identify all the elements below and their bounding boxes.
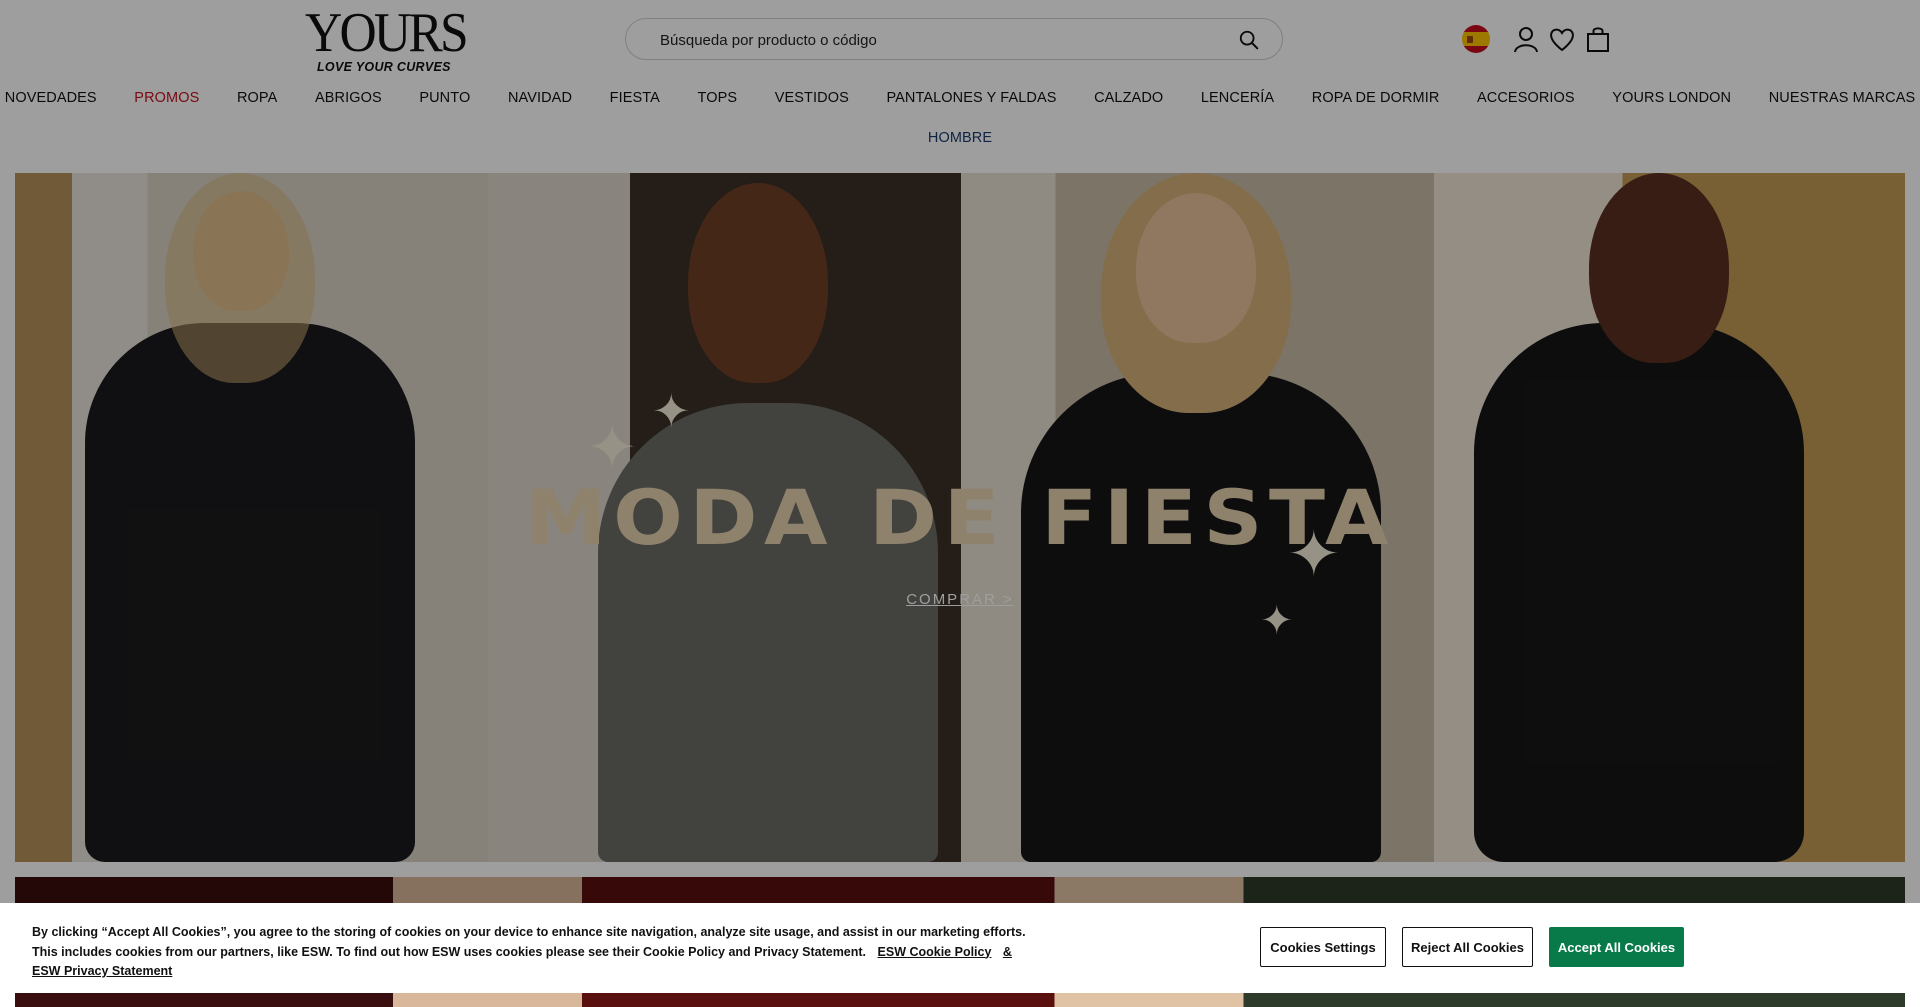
cookie-consent-banner: By clicking “Accept All Cookies”, you ag…	[0, 903, 1920, 993]
modal-overlay	[0, 0, 1920, 993]
accept-all-cookies-button[interactable]: Accept All Cookies	[1549, 927, 1684, 967]
cookie-description: By clicking “Accept All Cookies”, you ag…	[32, 925, 1026, 959]
esw-cookie-policy-link[interactable]: ESW Cookie Policy	[878, 945, 992, 959]
cookie-consent-text: By clicking “Accept All Cookies”, you ag…	[32, 923, 1032, 982]
cookies-settings-button[interactable]: Cookies Settings	[1260, 927, 1386, 967]
reject-all-cookies-button[interactable]: Reject All Cookies	[1402, 927, 1533, 967]
